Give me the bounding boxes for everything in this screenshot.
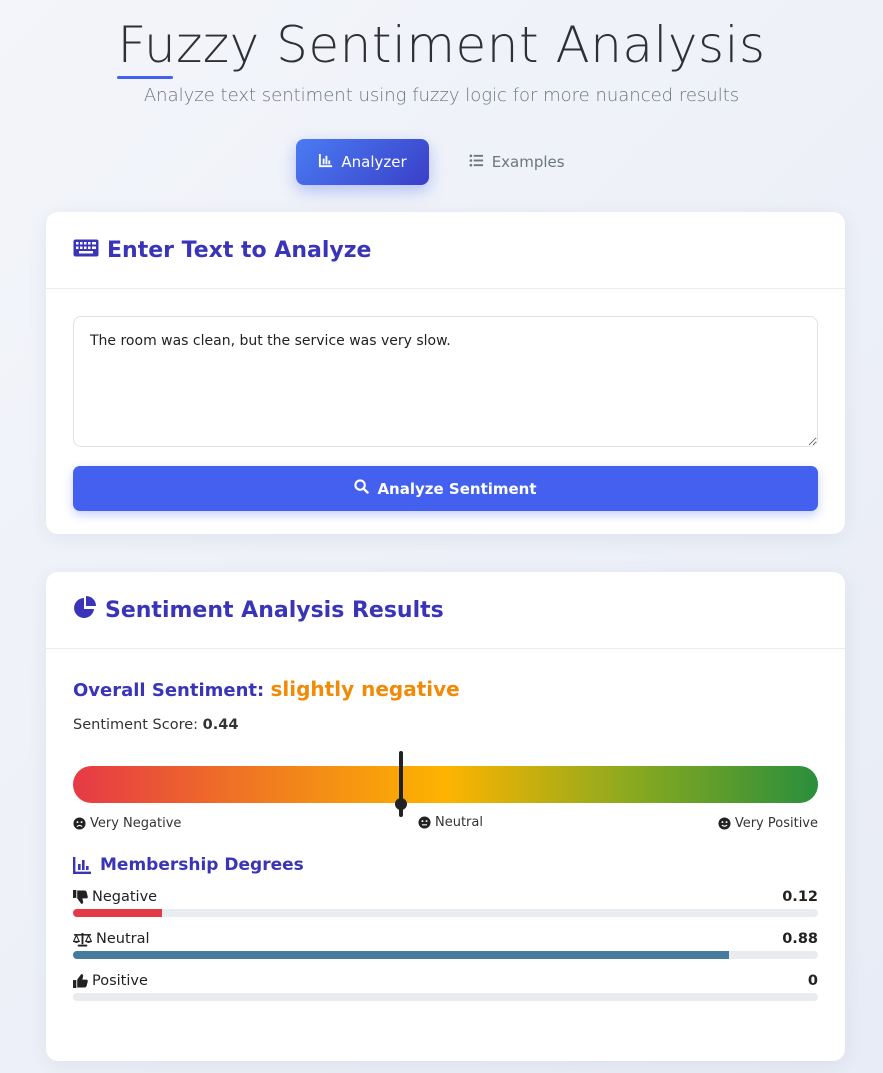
sentiment-score-label: Sentiment Score: (73, 717, 199, 733)
pie-chart-icon (73, 596, 97, 624)
tab-examples-label: Examples (491, 153, 565, 171)
membership-degrees-text: Membership Degrees (100, 855, 304, 875)
title-underline (117, 76, 174, 79)
sentiment-score-value: 0.44 (202, 717, 239, 733)
gauge-labels: Very Negative Neutral Very Positive (73, 815, 818, 831)
membership-positive-value: 0 (807, 973, 818, 989)
analyze-sentiment-button[interactable]: Analyze Sentiment (73, 466, 818, 511)
membership-neutral-value: 0.88 (782, 931, 818, 947)
results-card: Sentiment Analysis Results Overall Senti… (46, 572, 845, 1061)
balance-scale-icon (73, 932, 92, 947)
chart-bar-icon (73, 856, 91, 874)
keyboard-icon (73, 239, 99, 261)
membership-label-positive: Positive (73, 973, 148, 989)
membership-fill-neutral (73, 951, 729, 959)
membership-row-negative: Negative 0.12 (73, 889, 818, 917)
gauge-label-right-text: Very Positive (734, 815, 818, 831)
results-card-body: Overall Sentiment: slightly negative Sen… (46, 649, 845, 1028)
membership-positive-text: Positive (92, 973, 148, 989)
membership-negative-text: Negative (92, 889, 158, 905)
membership-label-negative: Negative (73, 889, 157, 905)
chart-bar-icon (318, 153, 333, 172)
membership-head-neutral: Neutral 0.88 (73, 931, 818, 947)
membership-neutral-text: Neutral (96, 931, 150, 947)
membership-track-negative (73, 909, 818, 917)
membership-negative-value: 0.12 (782, 889, 818, 905)
input-card: Enter Text to Analyze Analyze Sentiment (46, 212, 845, 534)
input-card-body: Analyze Sentiment (46, 289, 845, 538)
list-icon (469, 153, 484, 172)
membership-degrees-title: Membership Degrees (73, 855, 818, 875)
gauge-label-left-text: Very Negative (90, 815, 182, 831)
input-card-header: Enter Text to Analyze (46, 212, 845, 289)
results-card-header: Sentiment Analysis Results (46, 572, 845, 649)
thumbs-down-icon (73, 890, 88, 904)
membership-row-neutral: Neutral 0.88 (73, 931, 818, 959)
membership-label-neutral: Neutral (73, 931, 150, 947)
analyze-button-label: Analyze Sentiment (377, 479, 537, 498)
gauge-label-middle-text: Neutral (435, 815, 483, 830)
page-header: Fuzzy Sentiment Analysis Analyze text se… (0, 0, 883, 106)
page-title-text: Fuzzy Sentiment Analysis (117, 16, 766, 74)
gauge-needle-dot (394, 798, 407, 810)
tab-bar: Analyzer Examples (0, 139, 883, 185)
search-icon (354, 479, 370, 498)
membership-head-positive: Positive 0 (73, 973, 818, 989)
membership-track-neutral (73, 951, 818, 959)
smile-icon (718, 816, 731, 830)
page-subtitle: Analyze text sentiment using fuzzy logic… (143, 85, 740, 106)
gauge-label-very-negative: Very Negative (73, 815, 181, 831)
frown-icon (73, 816, 86, 830)
meh-icon (418, 816, 431, 829)
membership-fill-negative (73, 909, 163, 917)
gauge-label-neutral: Neutral (418, 815, 483, 830)
tab-analyzer[interactable]: Analyzer (296, 139, 429, 185)
sentiment-score: Sentiment Score: 0.44 (73, 717, 818, 733)
membership-row-positive: Positive 0 (73, 973, 818, 1001)
results-card-title: Sentiment Analysis Results (105, 597, 444, 623)
sentiment-gauge (73, 751, 818, 817)
tab-analyzer-label: Analyzer (341, 153, 407, 171)
input-card-title: Enter Text to Analyze (107, 237, 372, 263)
membership-head-negative: Negative 0.12 (73, 889, 818, 905)
overall-sentiment-label: Overall Sentiment: (73, 680, 265, 701)
page-title: Fuzzy Sentiment Analysis (117, 14, 766, 79)
overall-sentiment-value: slightly negative (270, 677, 460, 701)
text-input[interactable] (73, 316, 818, 447)
gauge-label-very-positive: Very Positive (718, 815, 818, 831)
gauge-bar (73, 766, 818, 803)
membership-track-positive (73, 993, 818, 1001)
thumbs-up-icon (73, 974, 88, 988)
tab-examples[interactable]: Examples (447, 139, 587, 185)
overall-sentiment: Overall Sentiment: slightly negative (73, 677, 818, 701)
